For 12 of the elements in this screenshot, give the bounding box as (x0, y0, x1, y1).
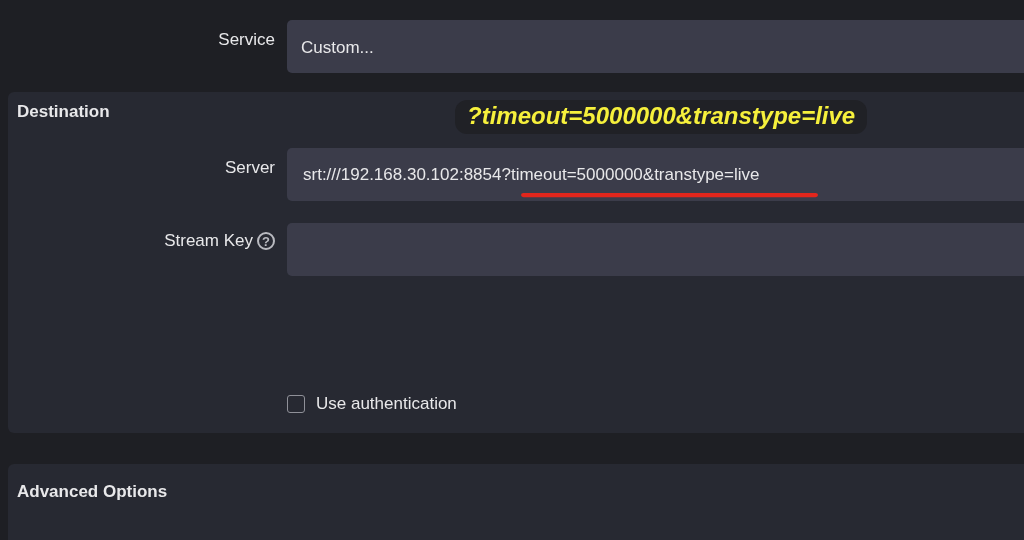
checkbox-label[interactable]: Use authentication (316, 394, 457, 414)
checkbox[interactable] (287, 395, 305, 413)
help-icon[interactable]: ? (257, 232, 275, 250)
stream-key-field[interactable] (287, 223, 1024, 276)
server-field[interactable]: srt:///192.168.30.102:8854?timeout=5000000&transtype=live (287, 148, 1024, 201)
field-label: Service (218, 29, 275, 50)
service-dropdown[interactable]: Custom... (287, 20, 1024, 73)
field-label: Stream Key (164, 231, 253, 251)
section-heading: Destination (17, 102, 110, 122)
annotation-text: ?timeout=5000000&transtype=live (455, 100, 868, 134)
field-label: Server (224, 157, 275, 178)
section-heading: Advanced Options (17, 481, 168, 502)
